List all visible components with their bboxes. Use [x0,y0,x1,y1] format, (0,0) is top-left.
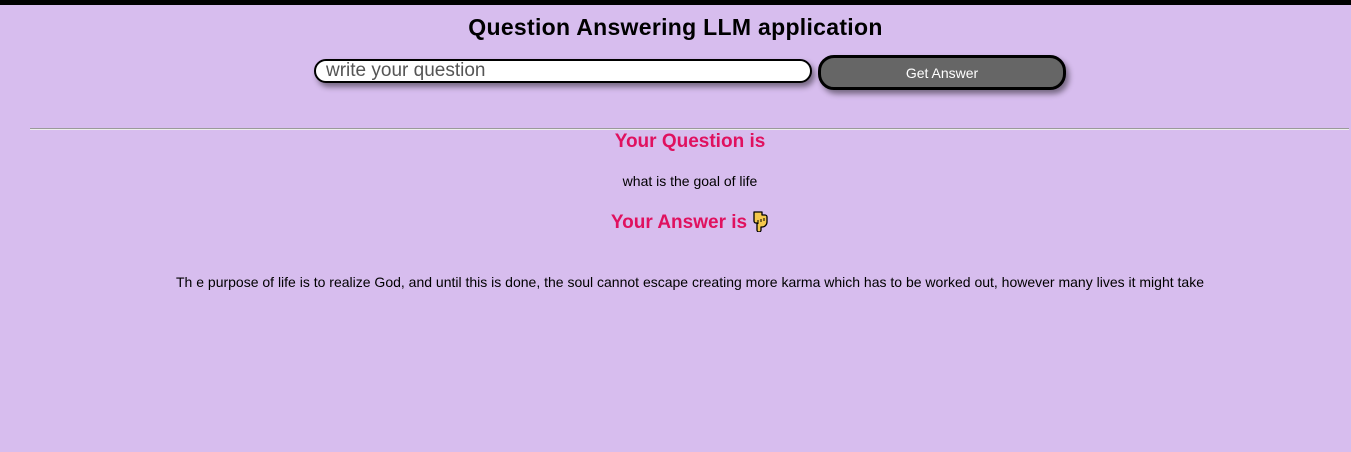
answer-text: Th e purpose of life is to realize God, … [176,274,1204,290]
question-text: what is the goal of life [622,173,758,189]
pointing-down-hand-icon [751,210,769,233]
answer-heading-row: Your Answer is [0,210,1351,234]
question-heading: Your Question is [614,131,766,152]
page-title: Question Answering LLM application [468,14,883,40]
get-answer-button[interactable]: Get Answer [818,55,1066,90]
divider [30,128,1349,130]
answer-heading: Your Answer is [610,212,748,234]
top-border [0,0,1351,5]
question-input[interactable] [314,59,812,83]
